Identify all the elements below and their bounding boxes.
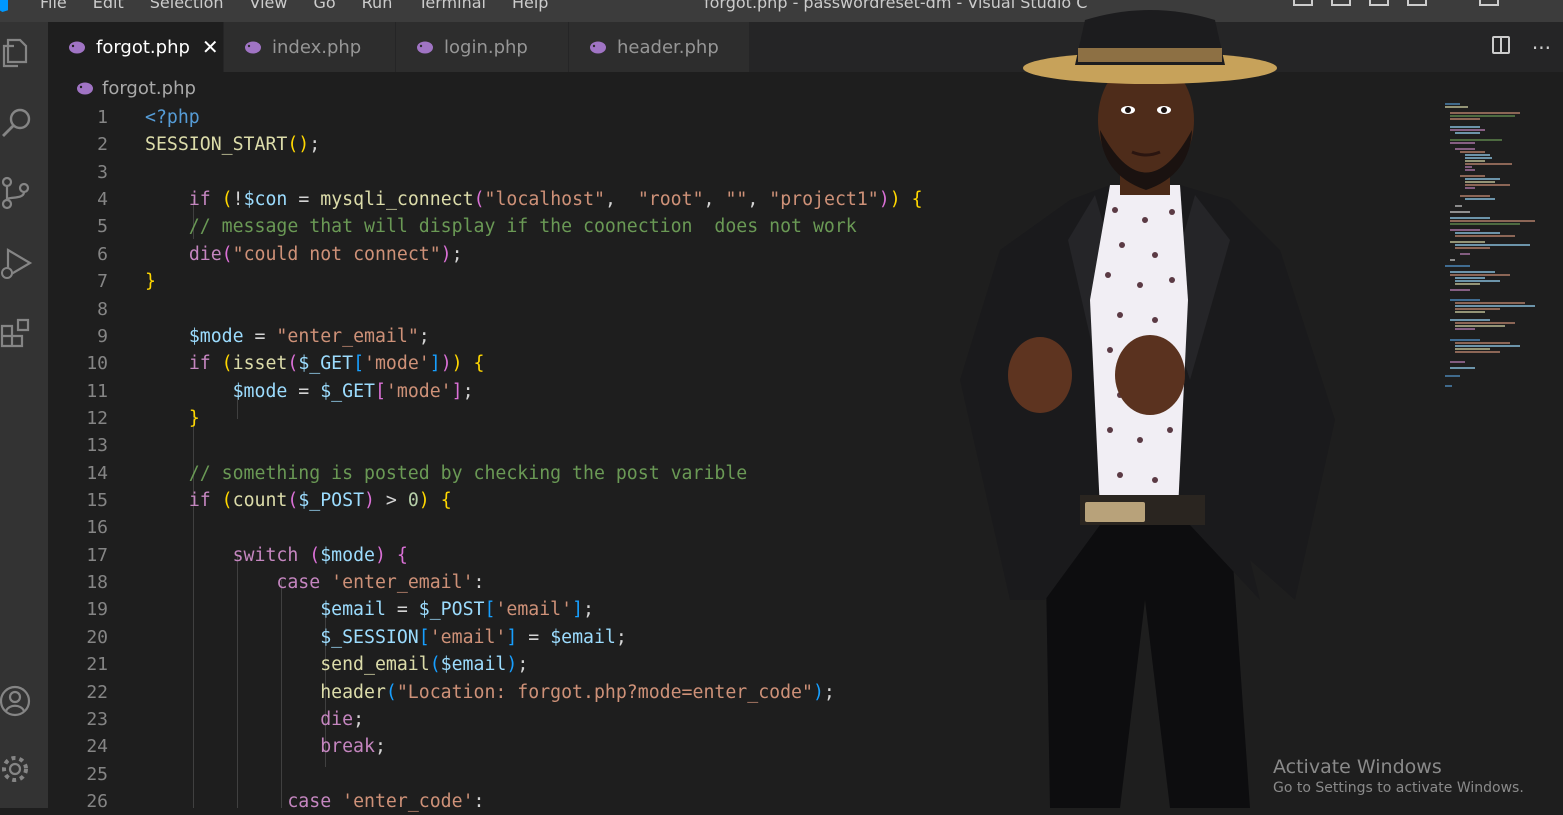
line-number: 8 <box>97 299 108 320</box>
customize-layout-icon[interactable] <box>1407 0 1427 6</box>
code-content: send_email($email); <box>320 654 529 675</box>
line-number: 18 <box>86 572 108 593</box>
line-number: 14 <box>86 463 108 484</box>
line-number: 12 <box>86 408 108 429</box>
editor-actions: ··· <box>1491 36 1551 60</box>
code-content: if (!$con = mysqli_connect("localhost", … <box>188 189 923 210</box>
tab-label: login.php <box>444 36 528 58</box>
line-number: 6 <box>97 244 108 265</box>
code-content: } <box>145 271 156 292</box>
code-content: $mode = "enter_email"; <box>188 326 430 347</box>
line-number: 3 <box>97 162 108 183</box>
php-elephant-icon <box>245 41 261 53</box>
tab-header-php[interactable]: header.php <box>569 22 750 72</box>
code-content: <?php <box>145 107 200 128</box>
menu-view[interactable]: View <box>250 0 288 12</box>
php-elephant-icon <box>77 82 93 95</box>
code-content: if (count($_POST) > 0) { <box>188 490 452 511</box>
activate-windows-watermark: Activate Windows Go to Settings to activ… <box>1273 756 1524 796</box>
split-editor-icon[interactable] <box>1491 36 1510 54</box>
line-number: 1 <box>97 107 108 128</box>
close-window-icon[interactable] <box>1517 0 1533 4</box>
watermark-title: Activate Windows <box>1273 756 1442 778</box>
code-content: switch ($mode) { <box>232 545 408 566</box>
vscode-logo-icon <box>0 0 8 12</box>
tab-login-php[interactable]: login.php <box>396 22 569 72</box>
line-number: 7 <box>97 271 108 292</box>
menu-bar: File Edit Selection View Go Run Terminal… <box>40 0 574 12</box>
line-number: 10 <box>86 353 108 374</box>
more-actions-icon[interactable]: ··· <box>1532 36 1551 60</box>
maximize-icon[interactable] <box>1479 0 1499 6</box>
code-content: } <box>188 408 200 429</box>
code-content: case 'enter_code': <box>287 791 485 812</box>
line-number: 22 <box>86 682 108 703</box>
account-icon[interactable] <box>0 684 34 718</box>
menu-file[interactable]: File <box>40 0 67 12</box>
line-number: 2 <box>97 134 108 155</box>
line-number: 16 <box>86 517 108 538</box>
tab-index-php[interactable]: index.php <box>224 22 396 72</box>
activity-bar <box>0 22 48 808</box>
extensions-icon[interactable] <box>0 316 34 350</box>
menu-edit[interactable]: Edit <box>93 0 124 12</box>
line-number: 5 <box>97 216 108 237</box>
line-number: 23 <box>86 709 108 730</box>
code-comment: // message that will display if the coon… <box>145 216 857 237</box>
code-content: if (isset($_GET['mode'])) { <box>188 353 485 374</box>
menu-selection[interactable]: Selection <box>150 0 224 12</box>
code-content: break; <box>320 736 386 757</box>
minimap[interactable] <box>1440 100 1550 400</box>
code-content: case 'enter_email': <box>276 572 485 593</box>
explorer-icon[interactable] <box>0 36 34 70</box>
menu-go[interactable]: Go <box>313 0 335 12</box>
menu-run[interactable]: Run <box>362 0 393 12</box>
line-number: 4 <box>97 189 108 210</box>
line-number: 13 <box>86 435 108 456</box>
code-content: $_SESSION['email'] = $email; <box>320 627 627 648</box>
close-icon[interactable]: ✕ <box>202 35 219 59</box>
code-content: header("Location: forgot.php?mode=enter_… <box>320 682 835 703</box>
line-number: 24 <box>86 736 108 757</box>
line-number: 9 <box>97 326 108 347</box>
menu-terminal[interactable]: Terminal <box>418 0 486 12</box>
line-number: 19 <box>86 599 108 620</box>
code-comment: // something is posted by checking the p… <box>145 463 748 484</box>
menu-help[interactable]: Help <box>512 0 548 12</box>
settings-gear-icon[interactable] <box>0 752 34 786</box>
run-debug-icon[interactable] <box>0 246 34 280</box>
line-number: 25 <box>86 764 108 785</box>
code-content: die("could not connect"); <box>188 244 463 265</box>
code-content: SESSION_START(); <box>145 134 321 155</box>
code-content: die; <box>320 709 365 730</box>
breadcrumb: forgot.php <box>76 78 196 99</box>
php-elephant-icon <box>417 41 433 53</box>
line-number: 21 <box>86 654 108 675</box>
person-photo <box>960 10 1335 808</box>
php-elephant-icon <box>69 41 85 53</box>
source-control-icon[interactable] <box>0 176 34 210</box>
line-number: 20 <box>86 627 108 648</box>
code-content: $mode = $_GET['mode']; <box>232 381 474 402</box>
watermark-subtitle: Go to Settings to activate Windows. <box>1273 780 1524 796</box>
tab-forgot-php[interactable]: forgot.php ✕ <box>48 22 224 72</box>
tab-label: index.php <box>272 36 362 58</box>
search-icon[interactable] <box>0 106 34 140</box>
line-number: 26 <box>86 791 108 812</box>
layout-toggle-icon[interactable] <box>1369 0 1389 6</box>
line-number: 17 <box>86 545 108 566</box>
tab-label: header.php <box>617 36 719 58</box>
breadcrumb-file[interactable]: forgot.php <box>102 78 196 99</box>
tab-label: forgot.php <box>96 36 190 58</box>
code-content: $email = $_POST['email']; <box>320 599 594 620</box>
line-number: 11 <box>86 381 108 402</box>
line-number: 15 <box>86 490 108 511</box>
php-elephant-icon <box>590 41 606 53</box>
